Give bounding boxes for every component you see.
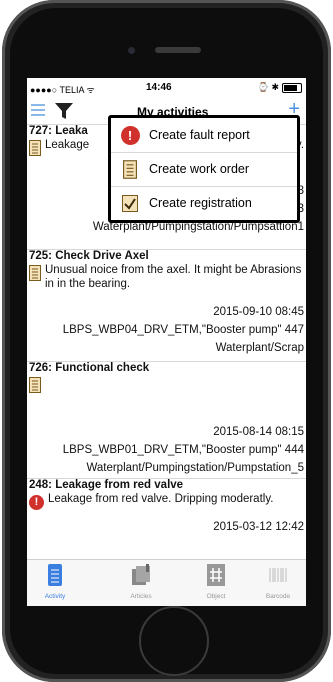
app-screen: ●●●●○ TELIA ᯤ 14:46 ⌚ ✱ My activities + … (27, 78, 306, 606)
activity-location: Waterplant/Pumpingstation/Pumpstation_5 (86, 462, 304, 474)
object-icon (207, 564, 225, 586)
list-item[interactable]: 248: Leakage from red valve ! Leakage fr… (27, 479, 306, 569)
articles-icon (132, 564, 150, 585)
home-button[interactable] (139, 606, 209, 676)
tab-label: Activity (44, 593, 66, 600)
status-extra-icons: ⌚ ✱ (257, 82, 279, 92)
speaker (155, 47, 201, 53)
barcode-icon (269, 568, 287, 582)
status-icons: ⌚ ✱ (258, 82, 302, 93)
activity-description: Unusual noice from the axel. It might be… (45, 264, 302, 290)
menu-item-label: Create work order (149, 162, 250, 176)
warning-icon: ! (29, 495, 44, 510)
document-icon (123, 159, 137, 179)
list-item[interactable]: 725: Check Drive Axel Unusual noice from… (27, 250, 306, 362)
battery-icon (282, 82, 302, 93)
activity-description: Leakage (45, 139, 90, 151)
activity-title: 725: Check Drive Axel (29, 250, 149, 262)
menu-icon[interactable] (31, 103, 45, 117)
document-icon (29, 265, 41, 281)
tab-label: Object (206, 593, 226, 600)
menu-item-label: Create registration (149, 196, 252, 210)
camera (128, 47, 135, 54)
menu-item-label: Create fault report (149, 128, 250, 142)
create-registration-item[interactable]: Create registration (111, 186, 297, 220)
activity-equipment: LBPS_WBP01_DRV_ETM,"Booster pump" 444 (62, 444, 304, 456)
activity-icon (48, 564, 62, 586)
filter-icon[interactable] (54, 101, 74, 121)
activity-date: 2015-09-10 08:45 (213, 306, 304, 318)
create-menu-popup: ! Create fault report Create work order (108, 115, 300, 223)
tab-activity[interactable]: Activity (27, 563, 83, 600)
tab-label: Articles (130, 593, 152, 600)
activity-description: Leakage from red valve. Dripping moderat… (48, 493, 274, 505)
tab-object[interactable]: Object (188, 563, 244, 600)
activity-date: 2015-03-12 12:42 (213, 521, 304, 533)
tab-label: Barcode (265, 593, 291, 600)
status-time: 14:46 (146, 82, 172, 93)
warning-icon: ! (120, 125, 140, 145)
activity-equipment: LBPS_WBP04_DRV_ETM,"Booster pump" 447 (62, 324, 304, 336)
status-bar: ●●●●○ TELIA ᯤ 14:46 ⌚ ✱ (27, 78, 306, 98)
tab-bar: Activity Articles Object Barcode (27, 559, 306, 606)
document-icon (29, 140, 41, 156)
activity-date: 2015-08-14 08:15 (213, 426, 304, 438)
tab-barcode[interactable]: Barcode (250, 563, 306, 600)
tab-articles[interactable]: Articles (113, 563, 169, 600)
activity-title: 726: Functional check (29, 362, 150, 374)
create-fault-report-item[interactable]: ! Create fault report (111, 118, 297, 153)
list-item[interactable]: 726: Functional check 2015-08-14 08:15 L… (27, 362, 306, 479)
activity-location: Waterplant/Scrap (215, 342, 304, 354)
carrier-label: ●●●●○ TELIA ᯤ (30, 85, 95, 95)
activity-title: 248: Leakage from red valve (29, 479, 184, 491)
checkbox-icon (122, 194, 138, 212)
document-icon (29, 377, 41, 393)
create-work-order-item[interactable]: Create work order (111, 152, 297, 187)
